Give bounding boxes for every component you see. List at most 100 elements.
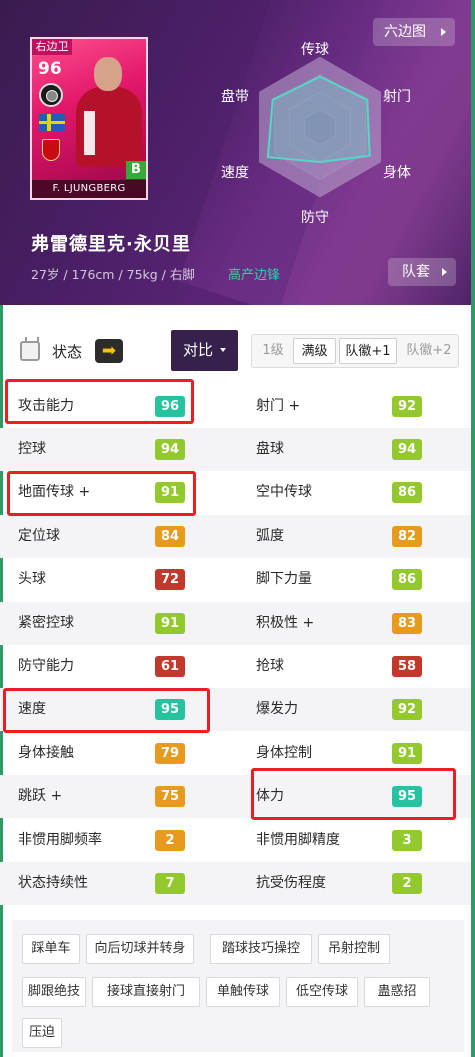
radar-label-shooting: 射门 xyxy=(383,89,411,105)
level-option-max[interactable]: 满级 xyxy=(293,338,336,364)
card-position: 右边卫 xyxy=(32,39,72,55)
stat-name: 攻击能力 xyxy=(18,398,74,414)
stat-name: 积极性 + xyxy=(256,615,315,631)
stat-row: 状态持续性 7 抗受伤程度 2 xyxy=(0,862,475,905)
level-option-badge-2[interactable]: 队徽+2 xyxy=(402,338,456,364)
stat-name: 弧度 xyxy=(256,528,284,544)
skill-tag[interactable]: 踏球技巧操控 xyxy=(210,934,312,964)
skill-tag[interactable]: 单触传球 xyxy=(206,977,280,1007)
arrow-right-icon xyxy=(441,28,446,36)
status-toolbar: 状态 ➡ 对比 1级 满级 队徽+1 队徽+2 xyxy=(0,330,475,372)
stat-name: 脚下力量 xyxy=(256,571,312,587)
stat-name: 抢球 xyxy=(256,658,284,674)
level-selector: 1级 满级 队徽+1 队徽+2 xyxy=(251,334,459,368)
stat-row: 控球 94 盘球 94 xyxy=(0,428,475,471)
skill-tag[interactable]: 脚跟绝技 xyxy=(22,977,86,1007)
stat-name: 身体控制 xyxy=(256,745,312,761)
stat-value: 91 xyxy=(392,743,422,764)
level-option-1[interactable]: 1级 xyxy=(258,338,288,364)
radar-label-speed: 速度 xyxy=(221,165,249,181)
stat-name: 控球 xyxy=(18,441,46,457)
stat-name: 爆发力 xyxy=(256,701,298,717)
squad-kit-label: 队套 xyxy=(402,264,430,280)
stat-value: 91 xyxy=(155,482,185,503)
stat-name: 射门 + xyxy=(256,398,301,414)
player-header: 右边卫 96 B F. LJUNGBERG 六边图 传球 射门 身体 防守 速度… xyxy=(0,0,475,305)
stat-row: 速度 95 爆发力 92 xyxy=(0,688,475,731)
stat-name: 非惯用脚频率 xyxy=(18,832,102,848)
compare-button[interactable]: 对比 xyxy=(171,330,238,371)
skill-tag[interactable]: 蛊惑招 xyxy=(364,977,430,1007)
stat-name: 跳跃 + xyxy=(18,788,63,804)
stat-value: 3 xyxy=(392,830,422,851)
skill-tag[interactable]: 低空传球 xyxy=(286,977,358,1007)
stat-row: 跳跃 + 75 体力 95 xyxy=(0,775,475,818)
stat-name: 非惯用脚精度 xyxy=(256,832,340,848)
stat-name: 空中传球 xyxy=(256,484,312,500)
stat-row: 紧密控球 91 积极性 + 83 xyxy=(0,602,475,645)
stat-name: 地面传球 + xyxy=(18,484,91,500)
stat-name: 状态持续性 xyxy=(18,875,88,891)
stat-row: 身体接触 79 身体控制 91 xyxy=(0,732,475,775)
stat-name: 盘球 xyxy=(256,441,284,457)
player-full-name: 弗雷德里克·永贝里 xyxy=(31,234,191,255)
right-edge xyxy=(471,0,475,1057)
skill-tag[interactable]: 踩单车 xyxy=(22,934,80,964)
stat-name: 头球 xyxy=(18,571,46,587)
stat-value: 86 xyxy=(392,482,422,503)
stat-row: 非惯用脚频率 2 非惯用脚精度 3 xyxy=(0,819,475,862)
player-card[interactable]: 右边卫 96 B F. LJUNGBERG xyxy=(30,37,148,200)
stat-name: 身体接触 xyxy=(18,745,74,761)
stat-value: 82 xyxy=(392,526,422,547)
stat-value: 83 xyxy=(392,613,422,634)
skill-tag[interactable]: 接球直接射门 xyxy=(92,977,200,1007)
stat-value: 72 xyxy=(155,569,185,590)
stat-value: 95 xyxy=(155,699,185,720)
arrow-right-icon xyxy=(442,268,447,276)
skill-tag[interactable]: 吊射控制 xyxy=(318,934,390,964)
card-player-name: F. LJUNGBERG xyxy=(32,180,146,198)
stat-value: 94 xyxy=(392,439,422,460)
stat-value: 94 xyxy=(155,439,185,460)
stat-name: 抗受伤程度 xyxy=(256,875,326,891)
stat-row: 攻击能力 96 射门 + 92 xyxy=(0,385,475,428)
stat-value: 7 xyxy=(155,873,185,894)
stat-value: 95 xyxy=(392,786,422,807)
condition-arrow-icon[interactable]: ➡ xyxy=(95,339,123,363)
radar-label-defending: 防守 xyxy=(301,210,329,226)
stat-row: 头球 72 脚下力量 86 xyxy=(0,558,475,601)
stat-value: 96 xyxy=(155,396,185,417)
squad-kit-button[interactable]: 队套 xyxy=(388,258,456,286)
stat-value: 84 xyxy=(155,526,185,547)
status-label: 状态 xyxy=(52,343,83,361)
level-option-badge-1[interactable]: 队徽+1 xyxy=(339,338,397,364)
stat-value: 2 xyxy=(392,873,422,894)
stat-name: 体力 xyxy=(256,788,284,804)
stat-name: 紧密控球 xyxy=(18,615,74,631)
skill-tag[interactable]: 向后切球并转身 xyxy=(86,934,194,964)
skills-panel: 踩单车 向后切球并转身 踏球技巧操控 吊射控制脚跟绝技 接球直接射门 单触传球 低空传球 蛊惑… xyxy=(12,920,464,1052)
radar-chart xyxy=(258,56,382,198)
condition-badge: B xyxy=(126,161,146,179)
player-play-style: 高产边锋 xyxy=(228,268,281,283)
radar-label-dribbling: 盘带 xyxy=(221,89,249,105)
card-rating: 96 xyxy=(38,59,62,79)
calendar-icon xyxy=(20,337,40,361)
stat-row: 定位球 84 弧度 82 xyxy=(0,515,475,558)
skill-tag[interactable]: 压迫 xyxy=(22,1018,62,1048)
sweden-flag-icon xyxy=(39,114,65,131)
caret-down-icon xyxy=(220,348,226,352)
stat-value: 91 xyxy=(155,613,185,634)
radar-label-physical: 身体 xyxy=(383,165,411,181)
stat-value: 2 xyxy=(155,830,185,851)
playing-style-icon xyxy=(39,83,63,107)
compare-label: 对比 xyxy=(183,341,214,359)
stat-value: 75 xyxy=(155,786,185,807)
stat-row: 防守能力 61 抢球 58 xyxy=(0,645,475,688)
stat-value: 92 xyxy=(392,396,422,417)
radar-label-passing: 传球 xyxy=(301,42,329,58)
hexagon-view-label: 六边图 xyxy=(384,24,426,40)
stat-name: 防守能力 xyxy=(18,658,74,674)
stat-value: 79 xyxy=(155,743,185,764)
stat-value: 61 xyxy=(155,656,185,677)
